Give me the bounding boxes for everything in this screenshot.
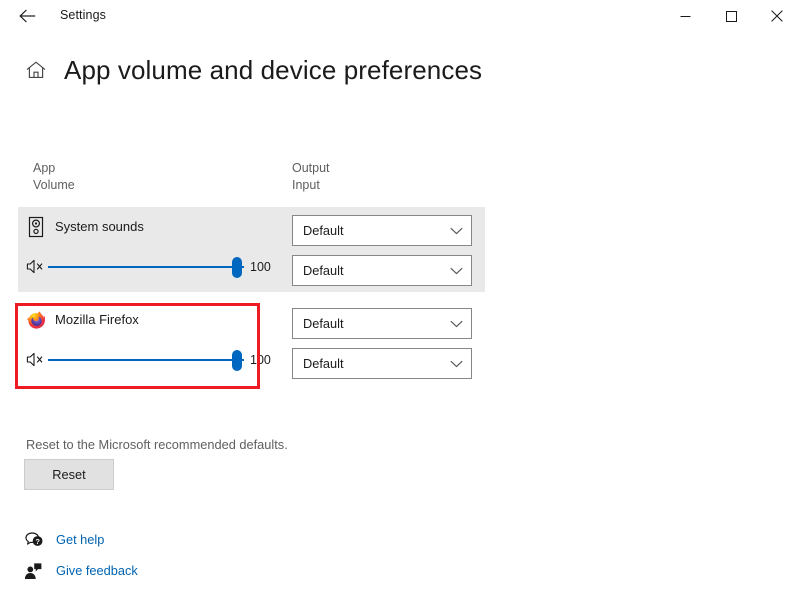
back-arrow-icon bbox=[18, 9, 36, 23]
slider-thumb[interactable] bbox=[232, 350, 242, 371]
maximize-icon bbox=[725, 10, 737, 22]
app-row[interactable]: Mozilla Firefox 100 Default Default bbox=[0, 298, 790, 383]
page-title: App volume and device preferences bbox=[64, 55, 483, 85]
feedback-person-icon bbox=[24, 562, 44, 580]
input-device-dropdown[interactable]: Default bbox=[292, 255, 472, 286]
output-device-value: Default bbox=[303, 316, 344, 331]
chevron-down-icon bbox=[450, 309, 463, 338]
window-title-bar: Settings bbox=[0, 0, 790, 32]
column-header-output: Output bbox=[292, 161, 330, 175]
column-header-app: App bbox=[33, 161, 56, 175]
slider-value: 100 bbox=[250, 260, 271, 274]
volume-slider[interactable]: 100 bbox=[26, 255, 276, 279]
get-help-label[interactable]: Get help bbox=[56, 529, 104, 550]
speaker-icon bbox=[25, 216, 47, 238]
input-device-value: Default bbox=[303, 263, 344, 278]
slider-track[interactable] bbox=[48, 359, 244, 361]
volume-mute-icon[interactable] bbox=[26, 258, 46, 275]
app-name: System sounds bbox=[55, 219, 144, 234]
close-icon bbox=[771, 10, 783, 22]
output-device-dropdown[interactable]: Default bbox=[292, 308, 472, 339]
svg-text:?: ? bbox=[35, 537, 40, 546]
reset-description: Reset to the Microsoft recommended defau… bbox=[26, 437, 288, 452]
volume-slider[interactable]: 100 bbox=[26, 348, 276, 372]
chevron-down-icon bbox=[450, 256, 463, 285]
minimize-button[interactable] bbox=[662, 0, 708, 32]
page-header: App volume and device preferences bbox=[0, 48, 790, 94]
app-name: Mozilla Firefox bbox=[55, 312, 139, 327]
input-device-value: Default bbox=[303, 356, 344, 371]
maximize-button[interactable] bbox=[708, 0, 754, 32]
reset-button[interactable]: Reset bbox=[24, 459, 114, 490]
slider-track[interactable] bbox=[48, 266, 244, 268]
chevron-down-icon bbox=[450, 349, 463, 378]
app-title: Settings bbox=[60, 8, 106, 22]
close-button[interactable] bbox=[754, 0, 790, 32]
slider-value: 100 bbox=[250, 353, 271, 367]
output-device-dropdown[interactable]: Default bbox=[292, 215, 472, 246]
output-device-value: Default bbox=[303, 223, 344, 238]
minimize-icon bbox=[680, 11, 691, 22]
firefox-icon bbox=[25, 309, 47, 331]
column-header-volume: Volume bbox=[33, 178, 75, 192]
give-feedback-label[interactable]: Give feedback bbox=[56, 560, 138, 581]
volume-mute-icon[interactable] bbox=[26, 351, 46, 368]
chevron-down-icon bbox=[450, 216, 463, 245]
column-header-input: Input bbox=[292, 178, 320, 192]
app-row[interactable]: System sounds 100 Default Default bbox=[0, 205, 790, 292]
home-icon[interactable] bbox=[24, 58, 48, 82]
help-question-bubble-icon: ? bbox=[24, 531, 44, 549]
input-device-dropdown[interactable]: Default bbox=[292, 348, 472, 379]
back-button[interactable] bbox=[8, 2, 46, 30]
slider-thumb[interactable] bbox=[232, 257, 242, 278]
